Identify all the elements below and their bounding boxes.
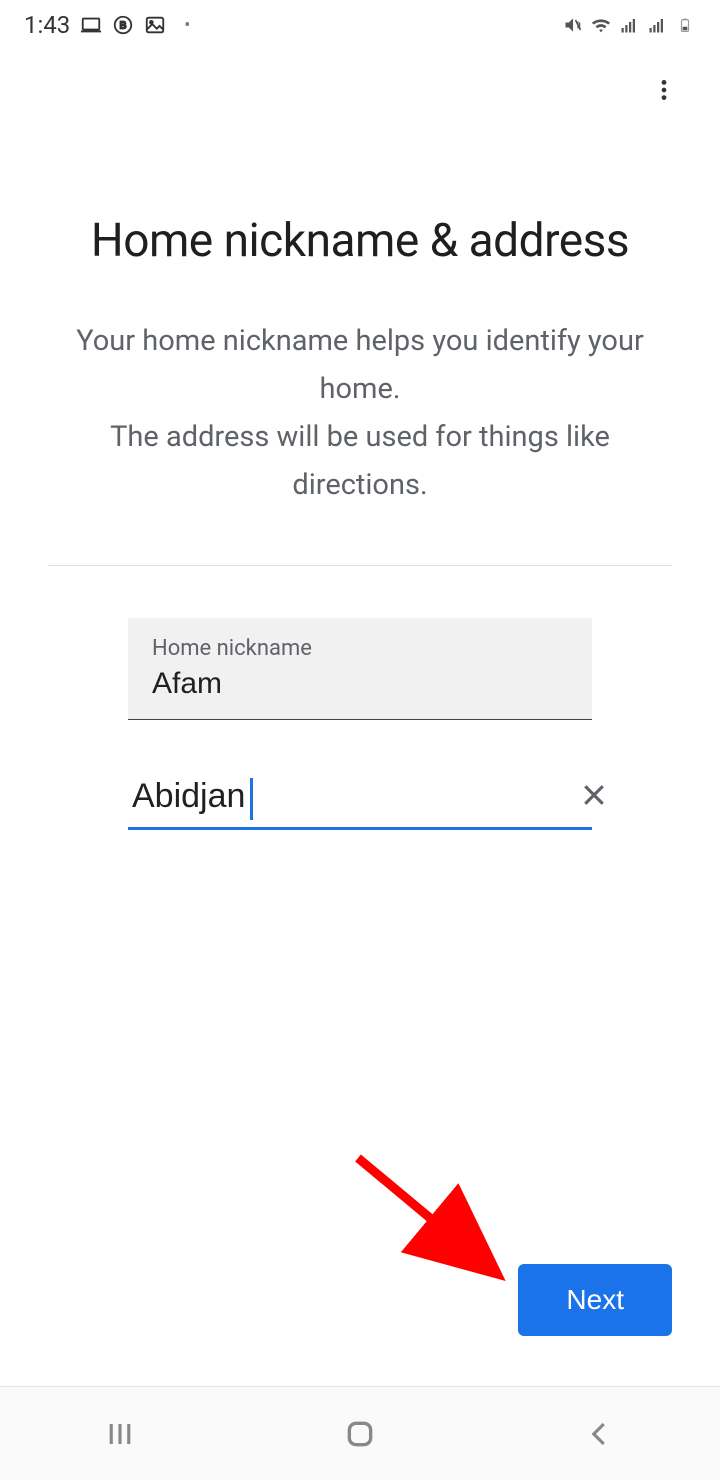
nickname-field[interactable]: Home nickname <box>128 618 592 720</box>
next-button[interactable]: Next <box>518 1264 672 1336</box>
nickname-label: Home nickname <box>152 636 568 661</box>
navigation-bar <box>0 1386 720 1480</box>
signal-1-icon <box>618 14 640 36</box>
app-bar <box>0 50 720 130</box>
battery-icon <box>674 14 696 36</box>
home-button[interactable] <box>300 1404 420 1464</box>
laptop-icon <box>80 14 102 36</box>
clear-button[interactable] <box>575 776 613 817</box>
status-right <box>562 14 696 36</box>
red-arrow-annotation <box>348 1148 508 1288</box>
form: Home nickname <box>128 618 592 830</box>
dot-icon: • <box>176 14 198 36</box>
circled-b-icon: B <box>112 14 134 36</box>
page-subtitle: Your home nickname helps you identify yo… <box>48 318 672 509</box>
text-cursor <box>250 778 253 820</box>
status-time: 1:43 <box>24 11 70 39</box>
back-button[interactable] <box>540 1404 660 1464</box>
recents-button[interactable] <box>60 1404 180 1464</box>
more-vert-icon[interactable] <box>644 70 684 110</box>
main-content: Home nickname & address Your home nickna… <box>0 130 720 830</box>
home-icon <box>344 1418 376 1450</box>
page-title: Home nickname & address <box>48 210 672 272</box>
mute-icon <box>562 14 584 36</box>
picture-icon <box>144 14 166 36</box>
status-bar: 1:43 B • <box>0 0 720 50</box>
close-icon <box>579 780 609 810</box>
recents-icon <box>105 1419 135 1449</box>
divider <box>48 565 672 566</box>
svg-text:B: B <box>120 21 127 32</box>
signal-2-icon <box>646 14 668 36</box>
back-icon <box>585 1419 615 1449</box>
address-field[interactable] <box>128 776 592 830</box>
wifi-icon <box>590 14 612 36</box>
address-input[interactable] <box>128 777 575 816</box>
nickname-input[interactable] <box>152 667 568 701</box>
status-left: 1:43 B • <box>24 11 198 39</box>
